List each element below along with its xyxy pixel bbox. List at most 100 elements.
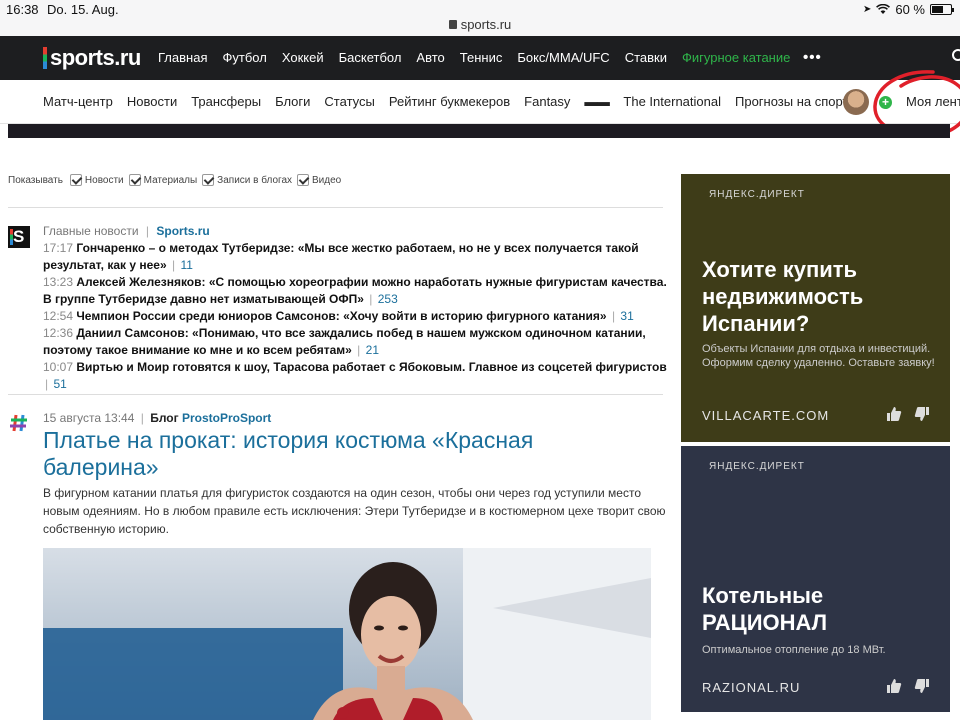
ad-label: ЯНДЕКС.ДИРЕКТ — [709, 461, 805, 472]
status-time: 16:38 — [6, 2, 39, 17]
add-icon[interactable]: + — [879, 96, 892, 109]
top-nav-item[interactable]: Бокс/MMA/UFC — [517, 50, 609, 65]
separator: | — [611, 309, 616, 323]
top-nav-links: Главная Футбол Хоккей Баскетбол Авто Теннис Бо… — [158, 50, 805, 65]
news-title[interactable]: Чемпион России среди юниоров Самсонов: «… — [76, 309, 606, 323]
logo-text: sports.ru — [50, 45, 141, 70]
article-image[interactable] — [43, 548, 651, 720]
sub-nav-item[interactable]: Статусы — [324, 94, 374, 109]
ad-description: Объекты Испании для отдыха и инвестиций.… — [702, 343, 935, 369]
more-icon[interactable]: ••• — [803, 49, 822, 66]
news-comment-count[interactable]: 31 — [620, 309, 633, 323]
news-comment-count[interactable]: 11 — [180, 258, 192, 272]
news-item[interactable]: 13:23 Алексей Железняков: «С помощью хор… — [43, 274, 668, 308]
news-item[interactable]: 10:07 Виртью и Моир готовятся к шоу, Тар… — [43, 359, 668, 393]
top-nav-item[interactable]: Фигурное катание — [682, 50, 790, 65]
news-comment-count[interactable]: 253 — [378, 292, 398, 306]
ad-block-razional[interactable]: ЯНДЕКС.ДИРЕКТ Котельные РАЦИОНАЛ Оптимал… — [681, 446, 950, 712]
logo-mark-icon — [43, 47, 47, 69]
filter-label-blogs: Записи в блогах — [217, 174, 293, 186]
news-title[interactable]: Виртью и Моир готовятся к шоу, Тарасова … — [76, 360, 666, 374]
wifi-icon — [876, 4, 891, 15]
news-source-link[interactable]: Sports.ru — [156, 224, 209, 238]
sub-nav-item[interactable]: Новости — [127, 94, 177, 109]
sub-nav-item[interactable]: Блоги — [275, 94, 310, 109]
filter-label-news: Новости — [84, 174, 124, 186]
news-title[interactable]: Гончаренко – о методах Тутберидзе: «Мы в… — [43, 241, 639, 272]
article-meta: 15 августа 13:44 | Блог ProstoProSport — [43, 411, 272, 425]
thumbs-down-icon[interactable] — [914, 406, 930, 422]
sub-nav-item-the-international[interactable]: The International — [623, 94, 721, 109]
top-nav-item[interactable]: Главная — [158, 50, 207, 65]
site-logo[interactable]: sports.ru — [43, 45, 141, 71]
address-bar[interactable]: sports.ru — [0, 17, 960, 32]
news-title[interactable]: Алексей Железняков: «С помощью хореограф… — [43, 275, 667, 306]
ad-label: ЯНДЕКС.ДИРЕКТ — [709, 189, 805, 200]
sub-nav-item[interactable]: Fantasy — [524, 94, 570, 109]
filter-label-materials: Материалы — [143, 174, 198, 186]
top-nav-item[interactable]: Футбол — [222, 50, 266, 65]
news-item[interactable]: 12:54 Чемпион России среди юниоров Самсо… — [43, 308, 668, 325]
news-heading: Главные новости | Sports.ru — [43, 224, 210, 238]
thumbs-down-icon[interactable] — [914, 678, 930, 694]
filter-checkbox-video[interactable] — [297, 174, 310, 186]
sub-nav-item[interactable]: Матч-центр — [43, 94, 113, 109]
sub-nav-item[interactable]: Трансферы — [191, 94, 261, 109]
top-navigation: sports.ru Главная Футбол Хоккей Баскетбол Ав… — [0, 36, 960, 80]
article-title[interactable]: Платье на прокат: история костюма «Красн… — [43, 427, 643, 481]
filter-checkbox-blogs[interactable] — [202, 174, 215, 186]
browser-status-bar: 16:38 Do. 15. Aug. sports.ru ➤ 60 % — [0, 0, 960, 36]
separator: | — [369, 292, 373, 306]
thumbs-up-icon[interactable] — [886, 678, 902, 694]
news-comment-count[interactable]: 51 — [53, 377, 66, 391]
status-date: Do. 15. Aug. — [47, 2, 119, 17]
filter-checkbox-materials[interactable] — [128, 174, 141, 186]
top-nav-item[interactable]: Хоккей — [282, 50, 324, 65]
news-time: 12:36 — [43, 326, 74, 340]
news-time: 10:07 — [43, 360, 74, 374]
top-banner-strip[interactable] — [8, 124, 950, 138]
divider — [8, 207, 663, 208]
status-right: ➤ 60 % — [863, 2, 954, 17]
lock-icon — [448, 20, 457, 29]
news-heading-label: Главные новости — [43, 224, 139, 238]
ad-description: Оптимальное отопление до 18 МВт. — [702, 644, 886, 656]
top-nav-item[interactable]: Ставки — [625, 50, 667, 65]
search-icon[interactable] — [952, 49, 960, 61]
ad-title[interactable]: Хотите купить недвижимость Испании? — [702, 256, 942, 337]
ad-block-spain[interactable]: ЯНДЕКС.ДИРЕКТ Хотите купить недвижимость… — [681, 174, 950, 442]
sub-nav-item[interactable]: Рейтинг букмекеров — [389, 94, 510, 109]
top-nav-item[interactable]: Теннис — [460, 50, 503, 65]
battery-icon — [930, 4, 954, 15]
divider — [8, 394, 663, 395]
article-lead: В фигурном катании платья для фигуристок… — [43, 486, 666, 536]
address-url: sports.ru — [460, 17, 512, 32]
news-item[interactable]: 17:17 Гончаренко – о методах Тутберидзе:… — [43, 240, 668, 274]
sub-nav-item-forecasts[interactable]: Прогнозы на спорт — [735, 94, 848, 109]
ad-title[interactable]: Котельные РАЦИОНАЛ — [702, 582, 902, 636]
news-time: 13:23 — [43, 275, 74, 289]
hashtag-blog-icon — [9, 413, 29, 433]
filter-checkbox-news[interactable] — [69, 174, 82, 186]
battery-percent: 60 % — [895, 2, 925, 17]
news-time: 17:17 — [43, 241, 74, 255]
ti-badge-icon: ▬▬ — [584, 94, 610, 109]
ad-domain[interactable]: RAZIONAL.RU — [702, 680, 800, 695]
top-nav-item[interactable]: Баскетбол — [339, 50, 402, 65]
separator: | — [45, 377, 49, 391]
separator: | — [357, 343, 361, 357]
ad-domain[interactable]: VILLACARTE.COM — [702, 408, 829, 423]
skater-photo — [43, 548, 651, 720]
article-blog-label: Блог — [150, 411, 179, 425]
news-title[interactable]: Даниил Самсонов: «Понимаю, что все зажда… — [43, 326, 646, 357]
section-navigation: Матч-центр Новости Трансферы Блоги Статусы Ре… — [0, 80, 960, 124]
filter-label-video: Видео — [312, 174, 342, 186]
user-avatar[interactable] — [843, 89, 869, 115]
top-nav-item[interactable]: Авто — [416, 50, 444, 65]
thumbs-up-icon[interactable] — [886, 406, 902, 422]
my-feed-link[interactable]: Моя лента — [906, 94, 960, 109]
article-blog-name[interactable]: ProstoProSport — [182, 411, 271, 425]
sub-nav-links: Матч-центр Новости Трансферы Блоги Статусы Ре… — [43, 94, 862, 109]
news-comment-count[interactable]: 21 — [366, 343, 379, 357]
news-item[interactable]: 12:36 Даниил Самсонов: «Понимаю, что все… — [43, 325, 668, 359]
